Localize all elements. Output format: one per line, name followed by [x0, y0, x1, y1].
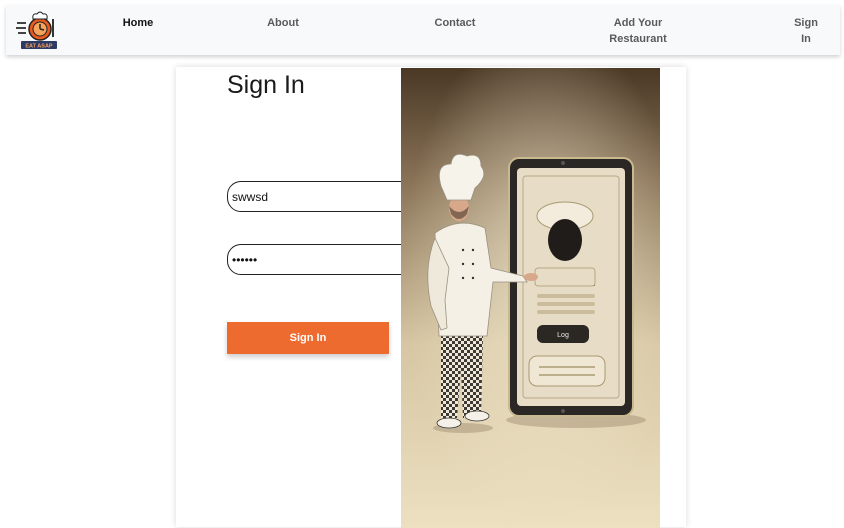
nav-signin-line1: Sign	[794, 17, 818, 29]
logo-text: EAT ASAP	[25, 44, 53, 50]
chef-tablet-illustration: Log	[401, 68, 660, 528]
navbar: EAT ASAP Home About Contact Add Your Res…	[6, 5, 840, 55]
page-title: Sign In	[227, 71, 305, 99]
signin-button[interactable]: Sign In	[227, 322, 389, 354]
signin-card: Sign In Sign In	[176, 67, 686, 528]
nav-signin-line2: In	[801, 33, 811, 45]
nav-add-restaurant-line2: Restaurant	[609, 33, 667, 45]
tablet-log-label: Log	[557, 332, 569, 339]
nav-home-link[interactable]: Home	[115, 15, 161, 31]
nav-add-restaurant-link[interactable]: Add Your Restaurant	[600, 15, 676, 47]
logo-icon[interactable]: EAT ASAP	[16, 11, 60, 51]
nav-add-restaurant-line1: Add Your	[613, 17, 663, 29]
nav-about-link[interactable]: About	[260, 15, 306, 31]
nav-signin-link[interactable]: Sign In	[792, 15, 820, 47]
nav-contact-link[interactable]: Contact	[425, 15, 485, 31]
